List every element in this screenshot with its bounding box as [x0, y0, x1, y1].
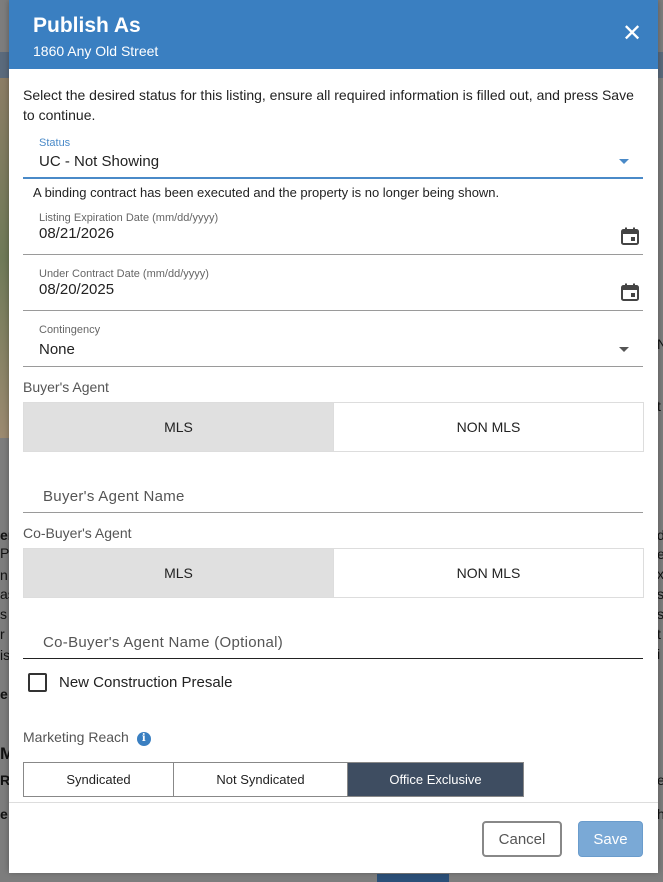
listing-expiration-date-field[interactable]: Listing Expiration Date (mm/dd/yyyy) 08/…	[23, 209, 643, 255]
background-text: s	[0, 606, 7, 622]
cancel-button[interactable]: Cancel	[482, 821, 562, 857]
chevron-down-icon	[619, 159, 629, 164]
listing-expiration-label: Listing Expiration Date (mm/dd/yyyy)	[39, 212, 219, 224]
dialog-footer: Cancel Save	[9, 802, 658, 873]
new-construction-presale-row[interactable]: New Construction Presale	[28, 673, 232, 692]
under-contract-date-field[interactable]: Under Contract Date (mm/dd/yyyy) 08/20/2…	[23, 265, 643, 311]
co-buyers-agent-toggle: MLS NON MLS	[23, 548, 644, 598]
intro-text: Select the desired status for this listi…	[23, 87, 634, 123]
calendar-icon[interactable]	[621, 227, 639, 245]
co-buyers-agent-non-mls-button[interactable]: NON MLS	[333, 549, 643, 597]
under-contract-value: 08/20/2025	[39, 281, 115, 298]
status-label: Status	[39, 137, 71, 149]
status-value: UC - Not Showing	[39, 153, 160, 170]
info-icon[interactable]: i	[136, 732, 151, 746]
background-text: e	[0, 686, 8, 702]
buyers-agent-toggle: MLS NON MLS	[23, 402, 644, 452]
marketing-reach-office-exclusive-button[interactable]: Office Exclusive	[347, 763, 523, 796]
dialog-header: Publish As 1860 Any Old Street ✕	[9, 0, 658, 69]
under-contract-label: Under Contract Date (mm/dd/yyyy)	[39, 268, 209, 280]
background-button	[377, 874, 449, 882]
co-buyers-agent-label: Co-Buyer's Agent	[23, 525, 132, 541]
buyers-agent-mls-button[interactable]: MLS	[24, 403, 333, 451]
new-construction-presale-checkbox[interactable]	[28, 673, 47, 692]
publish-as-dialog: Publish As 1860 Any Old Street ✕ Select …	[9, 0, 658, 873]
background-text: e	[0, 806, 8, 822]
save-button[interactable]: Save	[578, 821, 643, 857]
listing-expiration-value: 08/21/2026	[39, 225, 115, 242]
calendar-icon[interactable]	[621, 283, 639, 301]
co-buyers-agent-name-field	[23, 628, 643, 659]
dialog-title: Publish As	[33, 14, 141, 37]
background-text: n	[0, 567, 8, 583]
status-select[interactable]: Status UC - Not Showing	[23, 135, 643, 179]
marketing-reach-syndicated-button[interactable]: Syndicated	[24, 763, 173, 796]
contingency-label: Contingency	[39, 324, 101, 336]
dialog-body: Select the desired status for this listi…	[9, 69, 658, 802]
new-construction-presale-label[interactable]: New Construction Presale	[59, 674, 232, 691]
marketing-reach-heading: Marketing Reach i	[23, 729, 151, 746]
marketing-reach-label: Marketing Reach	[23, 729, 129, 745]
co-buyers-agent-mls-button[interactable]: MLS	[24, 549, 333, 597]
contingency-select[interactable]: Contingency None	[23, 321, 643, 367]
marketing-reach-not-syndicated-button[interactable]: Not Syndicated	[173, 763, 347, 796]
contingency-value: None	[39, 341, 75, 358]
buyers-agent-label: Buyer's Agent	[23, 379, 109, 395]
co-buyers-agent-name-input[interactable]	[41, 633, 635, 652]
status-help-text: A binding contract has been executed and…	[33, 185, 500, 200]
dialog-subtitle: 1860 Any Old Street	[33, 43, 159, 59]
background-text: P	[0, 545, 10, 561]
buyers-agent-non-mls-button[interactable]: NON MLS	[333, 403, 643, 451]
buyers-agent-name-field	[23, 482, 643, 513]
marketing-reach-selector: Syndicated Not Syndicated Office Exclusi…	[23, 762, 524, 797]
chevron-down-icon	[619, 347, 629, 352]
close-icon[interactable]: ✕	[620, 22, 644, 46]
background-text: r	[0, 626, 5, 642]
buyers-agent-name-input[interactable]	[41, 487, 635, 506]
